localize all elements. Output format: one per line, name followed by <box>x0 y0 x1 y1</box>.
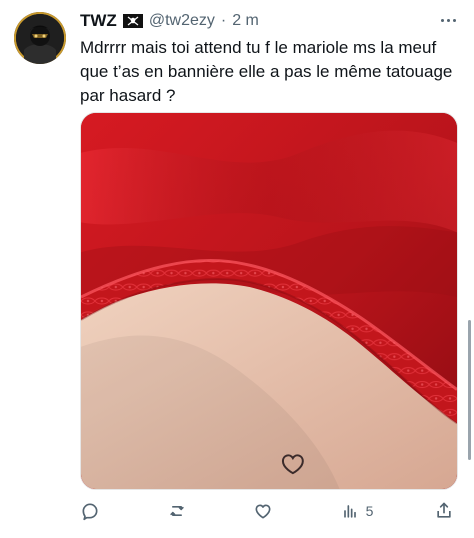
heart-icon <box>253 501 273 521</box>
reply-icon <box>80 501 100 521</box>
views-button[interactable]: 5 <box>340 497 374 525</box>
avatar[interactable] <box>14 12 66 64</box>
display-name[interactable]: TWZ <box>80 11 117 31</box>
tweet-header: TWZ @tw2ezy · 2 m <box>80 10 259 32</box>
retweet-button[interactable] <box>167 497 193 525</box>
more-dot <box>440 18 444 22</box>
tweet: TWZ @tw2ezy · 2 m Mdrrrr mais toi attend… <box>0 0 474 538</box>
user-handle[interactable]: @tw2ezy <box>149 12 215 30</box>
like-button[interactable] <box>253 497 279 525</box>
tweet-text: Mdrrrr mais toi attend tu f le mariole m… <box>80 38 453 105</box>
reply-button[interactable] <box>80 497 106 525</box>
more-icon[interactable] <box>436 12 460 28</box>
tweet-time[interactable]: 2 m <box>232 12 259 30</box>
views-icon <box>340 501 360 521</box>
tweet-actions: 5 <box>80 497 460 525</box>
more-dot <box>446 18 450 22</box>
share-icon <box>434 501 454 521</box>
separator-dot: · <box>220 12 227 29</box>
pirate-flag-icon <box>122 14 143 28</box>
share-button[interactable] <box>434 497 460 525</box>
tweet-media[interactable] <box>80 112 458 490</box>
more-dot <box>452 18 456 22</box>
views-count: 5 <box>365 503 374 519</box>
scrollbar[interactable] <box>468 320 471 460</box>
retweet-icon <box>167 501 187 521</box>
